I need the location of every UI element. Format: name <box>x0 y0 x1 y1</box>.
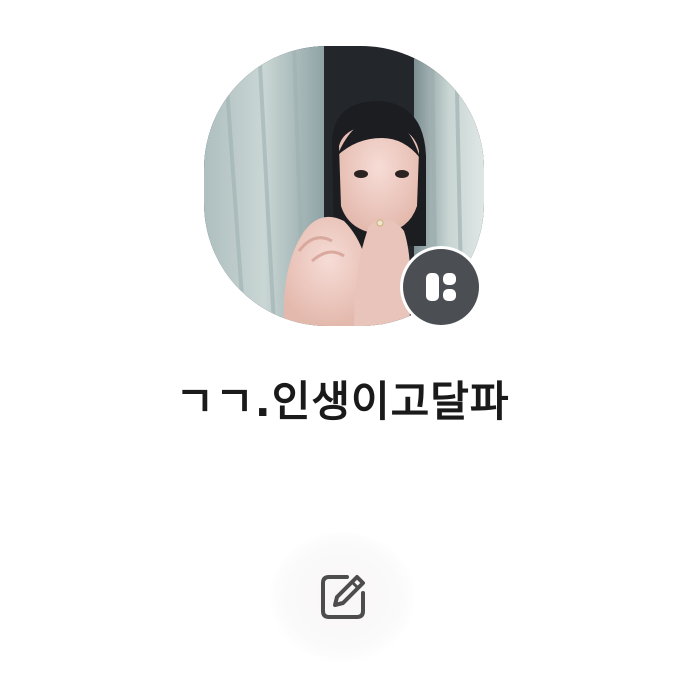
kakao-story-icon <box>403 249 479 325</box>
edit-icon <box>320 575 365 619</box>
profile-screen: ㄱㄱ.인생이고달파 <box>0 0 685 685</box>
profile-name: ㄱㄱ.인생이고달파 <box>175 377 510 426</box>
kakao-story-badge[interactable] <box>400 246 482 328</box>
profile-avatar[interactable] <box>204 46 484 328</box>
edit-profile-button[interactable] <box>270 532 415 662</box>
